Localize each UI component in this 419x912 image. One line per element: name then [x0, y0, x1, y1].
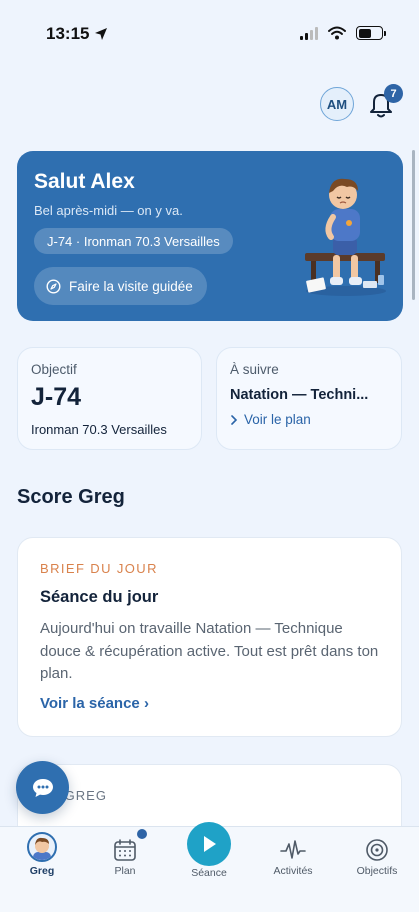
- status-time-text: 13:15: [46, 24, 90, 43]
- battery-icon: [356, 26, 386, 40]
- tired-athlete-illustration: [305, 178, 386, 296]
- guided-tour-label: Faire la visite guidée: [69, 278, 193, 294]
- play-icon: [187, 822, 231, 866]
- notification-count-badge: 7: [384, 84, 403, 103]
- next-session-card[interactable]: À suivre Natation — Techni... Voir le pl…: [216, 347, 402, 450]
- target-icon: [366, 839, 388, 861]
- tab-greg[interactable]: Greg: [2, 827, 82, 877]
- chevron-right-icon: [231, 414, 238, 425]
- wifi-icon: [328, 26, 346, 40]
- activity-pulse-icon: [280, 840, 306, 859]
- avatar-initials: AM: [326, 96, 348, 112]
- goal-race-name: Ironman 70.3 Versailles: [31, 422, 167, 437]
- status-bar: 13:15: [0, 0, 419, 64]
- greg-avatar-icon: [27, 832, 57, 862]
- view-plan-link[interactable]: Voir le plan: [230, 412, 311, 427]
- chat-fab-button[interactable]: [16, 761, 69, 814]
- tab-plan-label: Plan: [114, 865, 136, 877]
- cellular-signal-icon: [300, 26, 318, 40]
- guided-tour-button[interactable]: Faire la visite guidée: [34, 267, 207, 305]
- daily-brief-card: BRIEF DU JOUR Séance du jour Aujourd'hui…: [17, 537, 402, 737]
- section-title-score: Score Greg: [17, 486, 125, 508]
- compass-icon: [46, 278, 61, 294]
- greeting-hero-card: Salut Alex Bel après-midi — on y va. J-7…: [17, 151, 403, 321]
- chat-bubble-icon: [32, 778, 53, 797]
- view-session-link[interactable]: Voir la séance ›: [40, 695, 149, 712]
- next-session-name: Natation — Techni...: [230, 387, 369, 403]
- brief-label: BRIEF DU JOUR: [40, 561, 158, 576]
- tab-objectifs[interactable]: Objectifs: [337, 827, 417, 877]
- race-countdown-pill: J-74 · Ironman 70.3 Versailles: [34, 228, 233, 254]
- location-arrow-icon: [95, 28, 108, 40]
- brief-body: Aujourd'hui on travaille Natation — Tech…: [40, 620, 379, 682]
- goal-card[interactable]: Objectif J-74 Ironman 70.3 Versailles: [17, 347, 202, 450]
- plan-indicator-dot: [137, 829, 147, 839]
- status-icons: [300, 26, 386, 40]
- greeting-subtitle: Bel après-midi — on y va.: [34, 203, 183, 218]
- tab-plan[interactable]: Plan: [85, 827, 165, 877]
- tab-activites[interactable]: Activités: [253, 827, 333, 877]
- goal-countdown: J-74: [31, 383, 82, 411]
- greeting-title: Salut Alex: [34, 170, 135, 193]
- tab-activites-label: Activités: [273, 865, 313, 877]
- scrollbar[interactable]: [412, 150, 415, 300]
- profile-avatar-button[interactable]: AM: [320, 87, 354, 121]
- next-label: À suivre: [230, 362, 279, 377]
- goal-label: Objectif: [31, 362, 77, 377]
- tab-objectifs-label: Objectifs: [356, 865, 398, 877]
- tab-greg-label: Greg: [29, 865, 55, 877]
- calendar-icon: [114, 839, 136, 861]
- bottom-tab-bar: Greg Plan Séance Activités Objectifs: [0, 822, 419, 912]
- tab-seance[interactable]: Séance: [169, 822, 249, 879]
- status-time: 13:15: [46, 24, 108, 44]
- view-plan-label: Voir le plan: [244, 412, 311, 427]
- brief-title: Séance du jour: [40, 588, 159, 606]
- tab-seance-label: Séance: [191, 867, 227, 879]
